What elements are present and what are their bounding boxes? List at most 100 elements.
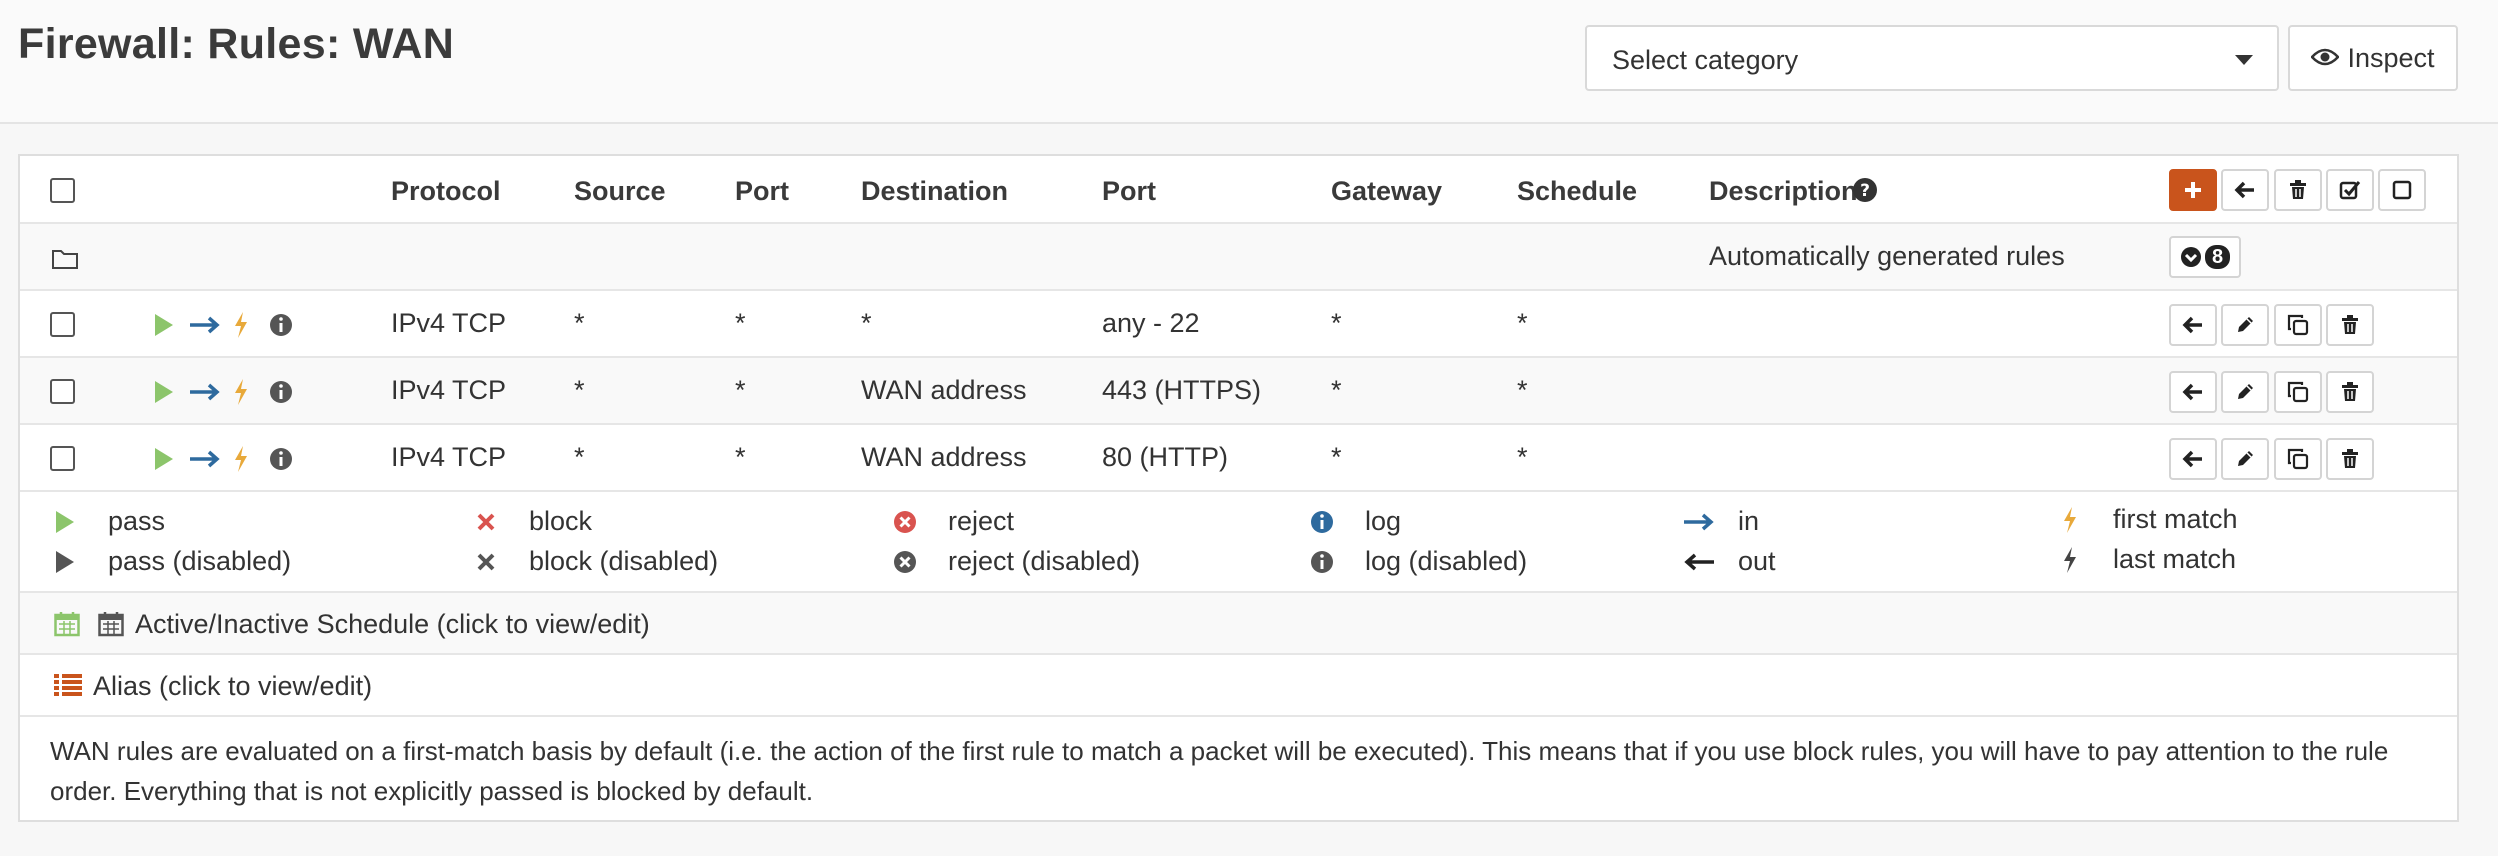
trash-icon xyxy=(2342,315,2358,334)
edit-rule-button[interactable] xyxy=(2221,438,2269,480)
info-icon xyxy=(270,381,292,403)
move-before-button[interactable] xyxy=(2169,438,2217,480)
arrow-left-icon xyxy=(2182,450,2202,468)
move-selected-button[interactable] xyxy=(2221,169,2269,211)
delete-selected-button[interactable] xyxy=(2274,169,2322,211)
edit-rule-button[interactable] xyxy=(2221,371,2269,413)
edit-rule-button[interactable] xyxy=(2221,304,2269,346)
table-row[interactable]: IPv4 TCP * * * any - 22 * * xyxy=(20,291,2457,358)
first-match-icon xyxy=(235,312,247,338)
arrow-left-icon xyxy=(2182,316,2202,334)
legend-block-disabled-label: block (disabled) xyxy=(529,546,719,576)
col-gateway: Gateway xyxy=(1331,176,1443,206)
move-before-button[interactable] xyxy=(2169,304,2217,346)
check-square-icon xyxy=(2339,181,2361,200)
svg-text:?: ? xyxy=(1860,181,1870,201)
legend-out: out xyxy=(1680,546,1776,577)
info-icon xyxy=(270,314,292,336)
pass-icon xyxy=(50,509,80,535)
pass-icon xyxy=(155,314,173,336)
legend-in: in xyxy=(1680,506,1759,537)
copy-rule-button[interactable] xyxy=(2274,304,2322,346)
legend-log-disabled: log (disabled) xyxy=(1307,546,1527,577)
expand-auto-rules-button[interactable]: 8 xyxy=(2169,236,2241,278)
rule-state-icons xyxy=(153,378,293,406)
rule-source-port: * xyxy=(735,442,746,472)
pencil-icon xyxy=(2238,384,2253,399)
reject-disabled-icon xyxy=(890,550,920,574)
rules-panel: Protocol Source Port Destination Port Ga… xyxy=(18,154,2459,822)
arrow-left-icon xyxy=(2234,181,2254,199)
col-source: Source xyxy=(574,176,666,206)
page-header: Firewall: Rules: WAN Select category Ins… xyxy=(0,0,2498,124)
legend-last-match-label: last match xyxy=(2113,544,2237,574)
legend-first-match: first match xyxy=(2055,504,2238,535)
legend-reject-disabled-label: reject (disabled) xyxy=(948,546,1141,576)
legend-log: log xyxy=(1307,506,1401,537)
rule-gateway: * xyxy=(1331,308,1342,338)
trash-icon xyxy=(2290,180,2306,199)
rule-source: * xyxy=(574,308,585,338)
list-icon xyxy=(54,673,82,704)
copy-rule-button[interactable] xyxy=(2274,438,2322,480)
inspect-button[interactable]: Inspect xyxy=(2288,25,2458,91)
auto-rules-row[interactable]: Automatically generated rules 8 xyxy=(20,224,2457,291)
rule-source: * xyxy=(574,375,585,405)
legend-first-match-label: first match xyxy=(2113,504,2238,534)
copy-icon xyxy=(2287,448,2309,470)
row-checkbox[interactable] xyxy=(50,446,75,471)
select-all-checkbox[interactable] xyxy=(50,178,75,203)
rule-destination: * xyxy=(861,308,872,338)
square-icon xyxy=(2392,180,2412,200)
inspect-label: Inspect xyxy=(2347,42,2435,73)
info-icon xyxy=(270,448,292,470)
disable-selected-button[interactable] xyxy=(2378,169,2426,211)
legend-pass-disabled-label: pass (disabled) xyxy=(108,546,292,576)
pass-icon xyxy=(155,448,173,470)
category-select[interactable]: Select category xyxy=(1585,25,2279,91)
auto-rules-label: Automatically generated rules xyxy=(1709,241,2065,271)
rule-destination: WAN address xyxy=(861,375,1027,405)
delete-rule-button[interactable] xyxy=(2326,438,2374,480)
table-row[interactable]: IPv4 TCP * * WAN address 443 (HTTPS) * * xyxy=(20,358,2457,425)
first-match-icon xyxy=(2055,506,2085,534)
direction-out-icon xyxy=(1680,550,1718,574)
delete-rule-button[interactable] xyxy=(2326,371,2374,413)
rule-dest-port: 80 (HTTP) xyxy=(1102,442,1229,472)
pass-disabled-icon xyxy=(50,549,80,575)
block-icon xyxy=(471,512,501,532)
legend-out-label: out xyxy=(1738,546,1776,576)
legend-in-label: in xyxy=(1738,506,1760,536)
move-before-button[interactable] xyxy=(2169,371,2217,413)
delete-rule-button[interactable] xyxy=(2326,304,2374,346)
col-source-port: Port xyxy=(735,176,789,206)
col-protocol: Protocol xyxy=(391,176,501,206)
legend-reject: reject xyxy=(890,506,1014,537)
row-checkbox[interactable] xyxy=(50,312,75,337)
legend-block-disabled: block (disabled) xyxy=(471,546,718,577)
category-select-value: Select category xyxy=(1612,45,1799,75)
row-checkbox[interactable] xyxy=(50,379,75,404)
direction-in-icon xyxy=(190,383,220,401)
rule-state-icons xyxy=(153,311,293,339)
reject-icon xyxy=(890,510,920,534)
help-icon[interactable]: ? xyxy=(1852,177,1878,210)
rule-protocol: IPv4 TCP xyxy=(391,442,507,472)
rule-source-port: * xyxy=(735,308,746,338)
copy-rule-button[interactable] xyxy=(2274,371,2322,413)
legend-log-label: log xyxy=(1365,506,1402,536)
legend-pass: pass xyxy=(50,506,165,537)
rule-dest-port: any - 22 xyxy=(1102,308,1200,338)
rule-protocol: IPv4 TCP xyxy=(391,375,507,405)
enable-selected-button[interactable] xyxy=(2326,169,2374,211)
table-row[interactable]: IPv4 TCP * * WAN address 80 (HTTP) * * xyxy=(20,425,2457,492)
arrow-left-icon xyxy=(2182,383,2202,401)
direction-in-icon xyxy=(190,316,220,334)
first-match-icon xyxy=(235,446,247,472)
legend-reject-disabled: reject (disabled) xyxy=(890,546,1140,577)
trash-icon xyxy=(2342,449,2358,468)
add-rule-button[interactable] xyxy=(2169,169,2217,211)
rule-source: * xyxy=(574,442,585,472)
legend-block: block xyxy=(471,506,592,537)
first-match-icon xyxy=(235,379,247,405)
